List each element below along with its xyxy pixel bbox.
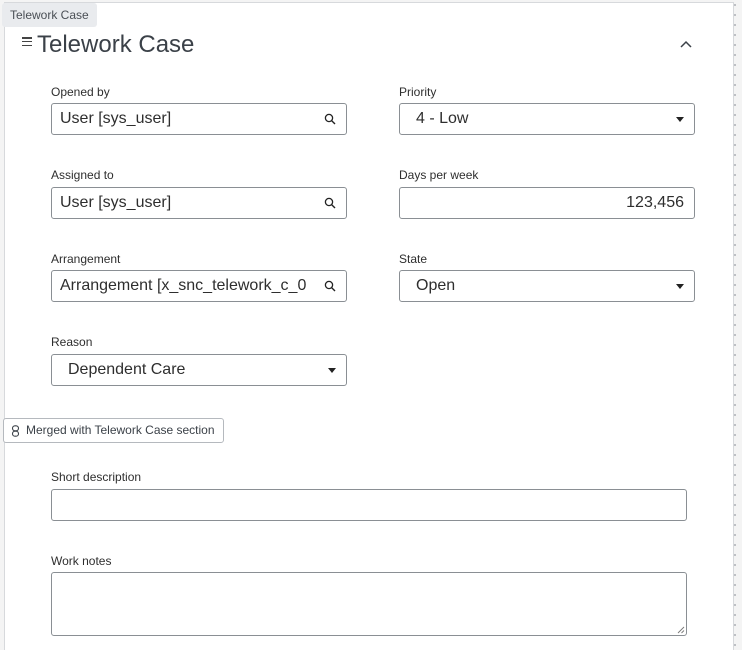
form-panel [4, 2, 734, 650]
caret-down-icon [676, 284, 684, 289]
days-per-week-value: 123,456 [626, 194, 684, 211]
short-description-input[interactable] [51, 489, 687, 521]
assigned-to-field[interactable]: User [sys_user] [51, 187, 347, 219]
short-description-label: Short description [51, 470, 142, 484]
link-icon [11, 424, 20, 437]
section-tab-chip[interactable]: Telework Case [2, 3, 97, 27]
arrangement-field[interactable]: Arrangement [x_snc_telework_c_0 [51, 270, 347, 302]
section-title: Telework Case [37, 31, 195, 58]
days-per-week-label: Days per week [399, 168, 479, 182]
search-icon[interactable] [324, 113, 336, 125]
chevron-up-icon[interactable] [678, 36, 694, 52]
days-per-week-field[interactable]: 123,456 [399, 187, 695, 219]
hamburger-icon[interactable] [22, 37, 32, 47]
priority-value: 4 - Low [416, 110, 469, 127]
reason-label: Reason [51, 335, 93, 349]
caret-down-icon [328, 368, 336, 373]
arrangement-label: Arrangement [51, 252, 121, 266]
priority-select[interactable]: 4 - Low [399, 103, 695, 135]
resize-grip-icon[interactable] [677, 626, 685, 634]
priority-label: Priority [399, 85, 437, 99]
state-label: State [399, 252, 428, 266]
work-notes-label: Work notes [51, 554, 112, 568]
opened-by-value: User [sys_user] [60, 110, 172, 127]
assigned-to-label: Assigned to [51, 168, 114, 182]
caret-down-icon [676, 117, 684, 122]
search-icon[interactable] [324, 280, 336, 292]
section-header: Telework Case [22, 30, 702, 60]
opened-by-label: Opened by [51, 85, 110, 99]
reason-select[interactable]: Dependent Care [51, 354, 347, 386]
work-notes-textarea[interactable] [51, 572, 687, 636]
state-select[interactable]: Open [399, 270, 695, 302]
assigned-to-value: User [sys_user] [60, 194, 172, 211]
state-value: Open [416, 277, 456, 294]
opened-by-field[interactable]: User [sys_user] [51, 103, 347, 135]
reason-value: Dependent Care [68, 361, 186, 378]
arrangement-value: Arrangement [x_snc_telework_c_0 [60, 277, 307, 294]
merged-section-chip[interactable]: Merged with Telework Case section [3, 418, 224, 443]
merged-section-label: Merged with Telework Case section [26, 423, 215, 437]
search-icon[interactable] [324, 197, 336, 209]
